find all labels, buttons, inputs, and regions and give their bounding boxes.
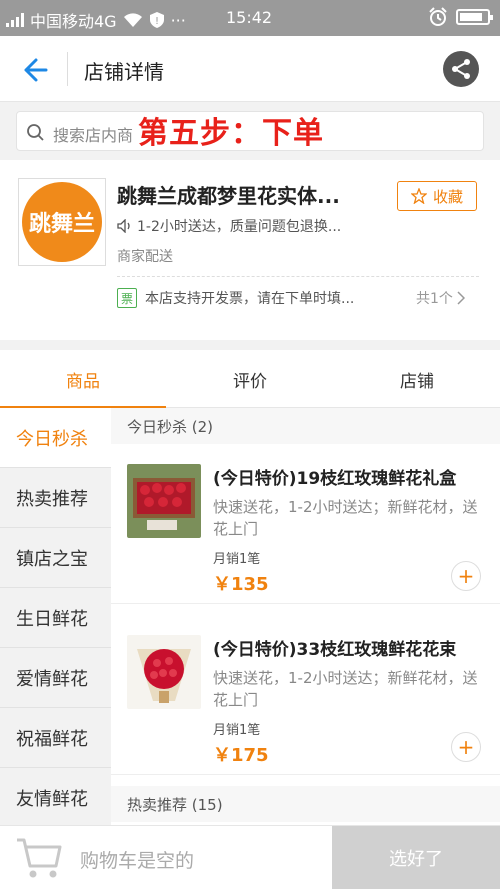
store-notice-text: 1-2小时送达，质量问题包退换...: [137, 219, 342, 235]
product-name: (今日特价)33枝红玫瑰鲜花花束: [213, 640, 457, 660]
store-tabs: 商品 评价 店铺: [0, 350, 500, 409]
product-item[interactable]: (今日特价)33枝红玫瑰鲜花花束 快速送花，1-2小时送达；新鲜花材，送花上门 …: [111, 615, 500, 775]
category-sidebar: 今日秒杀 热卖推荐 镇店之宝 生日鲜花 爱情鲜花 祝福鲜花 友情鲜花: [0, 408, 111, 828]
product-name: (今日特价)19枝红玫瑰鲜花礼盒: [213, 469, 457, 489]
cart-icon[interactable]: [14, 834, 64, 880]
store-logo: 跳舞兰: [18, 178, 106, 266]
store-name: 跳舞兰成都梦里花实体...: [117, 184, 340, 208]
section-header: 热卖推荐 (15): [111, 786, 500, 822]
favorite-button[interactable]: 收藏: [397, 181, 477, 211]
back-arrow-icon[interactable]: [18, 54, 50, 86]
product-image: [127, 464, 201, 538]
more-dots: ···: [170, 10, 186, 30]
product-list: 今日秒杀 (2) (今日特价)19枝红玫瑰鲜花礼盒 快速送花，1-2小时送达；新…: [111, 408, 500, 825]
monthly-sales: 月销1笔: [213, 723, 261, 738]
carrier-label: 中国移动4G: [30, 12, 117, 31]
invoice-row[interactable]: 票 本店支持开发票，请在下单时填...: [117, 288, 354, 308]
svg-text:!: !: [155, 16, 159, 27]
store-notice[interactable]: 1-2小时送达，质量问题包退换...: [117, 216, 341, 236]
category-item[interactable]: 镇店之宝: [0, 528, 111, 588]
category-item[interactable]: 今日秒杀: [0, 408, 111, 468]
add-to-cart-button[interactable]: +: [451, 561, 481, 591]
invoice-text: 本店支持开发票，请在下单时填...: [145, 291, 355, 307]
invoice-badge: 票: [117, 288, 137, 308]
battery-icon: [456, 9, 493, 25]
product-description: 快速送花，1-2小时送达；新鲜花材，送花上门: [213, 498, 478, 538]
page-title: 店铺详情: [84, 60, 164, 84]
store-info-card: 跳舞兰 跳舞兰成都梦里花实体... 收藏 1-2小时送达，质量问题包退换... …: [0, 160, 500, 340]
search-placeholder: 搜索店内商: [53, 126, 134, 145]
checkout-button[interactable]: 选好了: [332, 826, 500, 889]
cart-bar: 购物车是空的 选好了: [0, 825, 500, 889]
star-icon: [410, 188, 427, 204]
wifi-icon: [123, 13, 142, 27]
category-item[interactable]: 热卖推荐: [0, 468, 111, 528]
product-price: ￥135: [213, 574, 269, 595]
cart-empty-text: 购物车是空的: [80, 850, 195, 872]
tab-reviews[interactable]: 评价: [167, 350, 333, 408]
monthly-sales: 月销1笔: [213, 552, 261, 567]
alarm-icon: [429, 7, 447, 26]
promo-count[interactable]: 共1个: [416, 288, 465, 308]
clock: 15:42: [226, 8, 273, 27]
favorite-label: 收藏: [432, 187, 463, 206]
product-item[interactable]: (今日特价)19枝红玫瑰鲜花礼盒 快速送花，1-2小时送达；新鲜花材，送花上门 …: [111, 444, 500, 604]
category-item[interactable]: 生日鲜花: [0, 588, 111, 648]
category-item[interactable]: 爱情鲜花: [0, 648, 111, 708]
shield-icon: !: [149, 12, 164, 28]
add-to-cart-button[interactable]: +: [451, 732, 481, 762]
status-bar: 中国移动4G ! ··· 15:42: [0, 0, 500, 36]
category-item[interactable]: 祝福鲜花: [0, 708, 111, 768]
share-icon: [452, 59, 470, 79]
signal-icon: [6, 13, 24, 27]
section-header: 今日秒杀 (2): [111, 408, 500, 444]
tab-products[interactable]: 商品: [0, 350, 166, 409]
product-image: [127, 635, 201, 709]
promo-count-text: 共1个: [416, 291, 453, 307]
delivery-type: 商家配送: [117, 249, 173, 265]
speaker-icon: [117, 219, 130, 233]
product-description: 快速送花，1-2小时送达；新鲜花材，送花上门: [213, 669, 478, 709]
dashed-divider: [117, 276, 479, 277]
product-price: ￥175: [213, 745, 269, 766]
store-logo-text: 跳舞兰: [22, 182, 102, 262]
header-divider: [67, 52, 68, 86]
step-overlay-text: 第五步：下单: [138, 116, 324, 151]
top-nav-bar: 店铺详情: [0, 36, 500, 102]
share-button[interactable]: [443, 51, 479, 87]
chevron-right-icon: [457, 291, 465, 305]
category-item[interactable]: 友情鲜花: [0, 768, 111, 828]
tab-store[interactable]: 店铺: [334, 350, 500, 408]
search-icon: [27, 124, 44, 141]
